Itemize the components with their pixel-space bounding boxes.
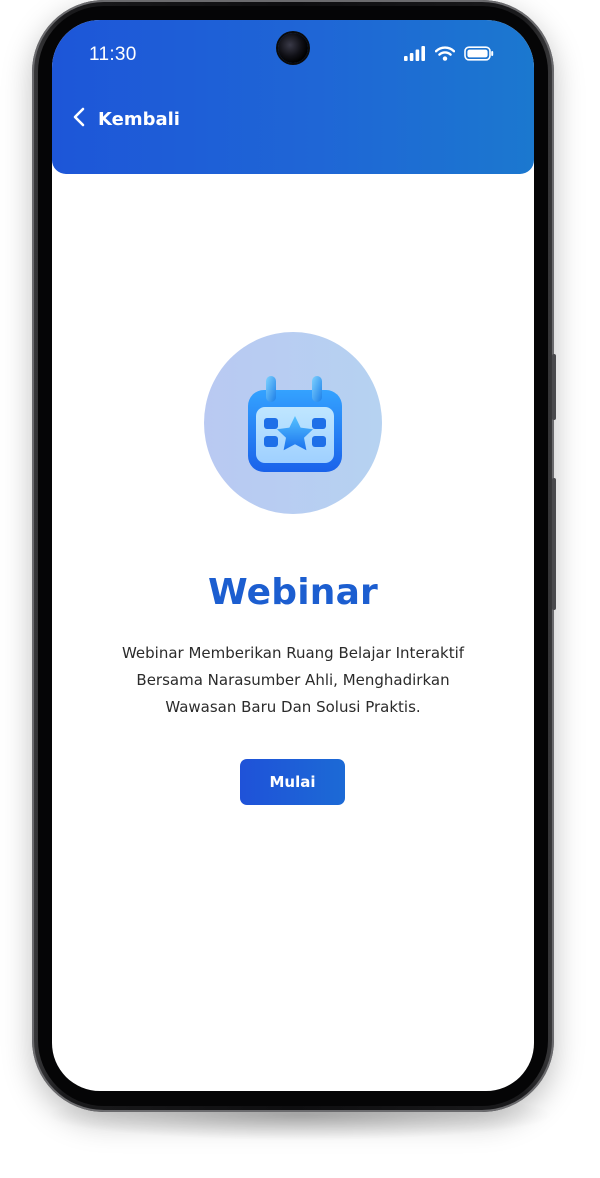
device-mockup: 11:30 Kembali Webinar Webinar Memberikan… <box>0 0 600 1178</box>
calendar-star-icon <box>204 376 382 518</box>
description-line: Bersama Narasumber Ahli, Menghadirkan <box>136 671 450 689</box>
feature-icon-badge <box>204 332 382 514</box>
description-line: Webinar Memberikan Ruang Belajar Interak… <box>121 644 465 662</box>
feature-description: Webinar Memberikan Ruang Belajar Interak… <box>92 640 494 721</box>
wifi-icon <box>434 46 456 65</box>
app-screen: 11:30 Kembali Webinar Webinar Memberikan… <box>52 20 534 1091</box>
feature-title: Webinar <box>207 572 379 613</box>
signal-icon <box>404 46 426 65</box>
volume-button <box>552 354 556 420</box>
battery-icon <box>464 46 494 65</box>
status-icons <box>404 46 494 65</box>
front-camera <box>278 33 308 63</box>
app-header: 11:30 Kembali <box>52 20 534 174</box>
status-time: 11:30 <box>89 44 137 65</box>
chevron-left-icon <box>72 106 86 132</box>
start-button[interactable]: Mulai <box>240 759 345 805</box>
back-label: Kembali <box>98 108 180 130</box>
power-button <box>552 478 556 610</box>
back-button[interactable]: Kembali <box>72 106 180 132</box>
description-line: Wawasan Baru Dan Solusi Praktis. <box>165 698 421 716</box>
